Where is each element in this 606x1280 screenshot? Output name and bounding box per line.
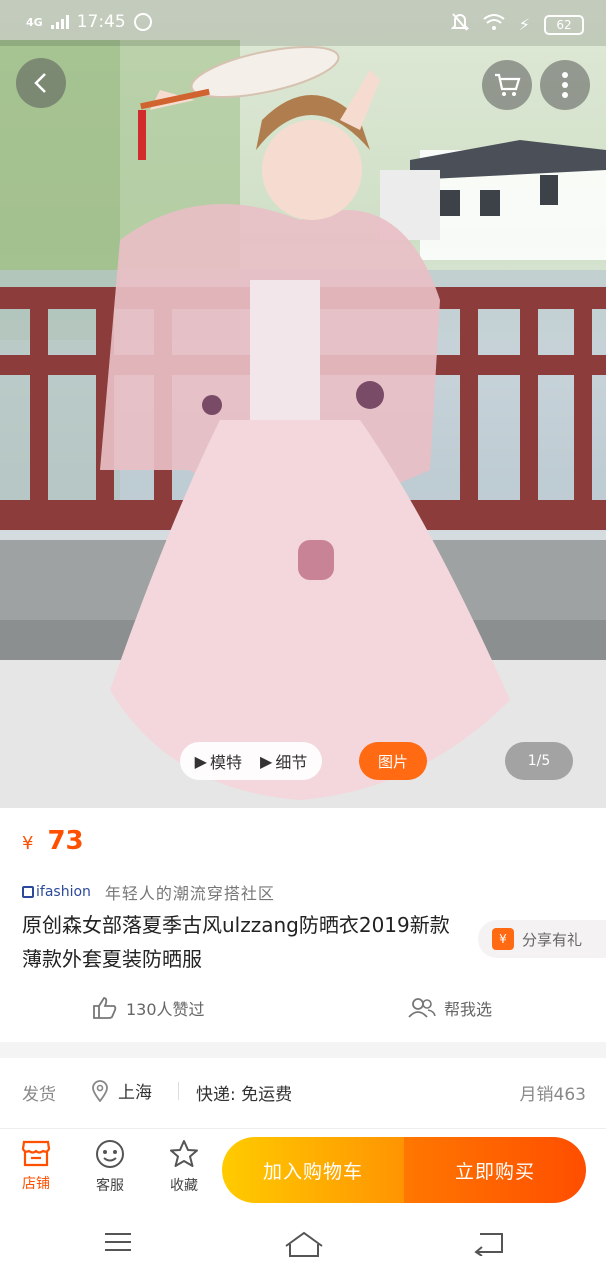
mute-icon (450, 12, 470, 37)
model-tab-label: 模特 (209, 753, 242, 772)
service-label: 客服 (96, 1178, 124, 1194)
price: ¥ 73 (22, 826, 84, 856)
menu-icon[interactable] (104, 1230, 132, 1258)
share-button[interactable]: ¥ 分享有礼 (478, 920, 606, 958)
buy-now-button[interactable]: 立即购买 (404, 1137, 586, 1203)
store-label: 店铺 (22, 1176, 50, 1192)
play-icon: ▶ (194, 751, 207, 771)
help-choose-label: 帮我选 (444, 1000, 493, 1019)
cart-button[interactable] (482, 60, 532, 110)
currency-symbol: ¥ (22, 833, 34, 854)
purchase-buttons: 加入购物车 立即购买 (222, 1137, 586, 1203)
service-icon (96, 1140, 124, 1168)
service-button[interactable]: 客服 (82, 1139, 138, 1195)
more-button[interactable] (540, 60, 590, 110)
location-text: 上海 (118, 1083, 152, 1103)
brand-mark-icon (22, 886, 34, 898)
photo-tab[interactable]: 图片 (359, 742, 427, 780)
store-icon (21, 1140, 51, 1167)
signal-icon (50, 15, 69, 29)
status-time: 17:45 (76, 12, 126, 32)
gallery-mode-switch: ▶ 模特 ▶ 细节 (180, 742, 322, 780)
share-label: 分享有礼 (522, 930, 583, 949)
charging-icon: ⚡ (518, 15, 530, 34)
share-gift-icon: ¥ (492, 928, 514, 950)
brand-name: ifashion (36, 884, 91, 900)
store-button[interactable]: 店铺 (8, 1139, 64, 1193)
brand-row: ifashion 年轻人的潮流穿搭社区 (22, 880, 275, 904)
product-image[interactable] (0, 0, 606, 808)
battery-indicator: 62 (544, 14, 584, 35)
like-count: 130人赞过 (126, 1000, 205, 1019)
monthly-sales: 月销463 (519, 1085, 586, 1105)
brand-logo[interactable]: ifashion (22, 884, 91, 900)
price-value: 73 (47, 826, 84, 856)
detail-tab-label: 细节 (275, 753, 308, 772)
favorite-button[interactable]: 收藏 (156, 1139, 212, 1195)
delivery-row[interactable]: 发货 上海 快递: 免运费 月销463 (0, 1058, 606, 1128)
cart-icon (495, 73, 521, 96)
sync-icon (133, 13, 152, 31)
like-icon (93, 997, 117, 1019)
home-icon[interactable] (284, 1230, 324, 1262)
image-counter: 1/5 (505, 742, 573, 780)
more-icon (562, 72, 568, 98)
location-icon (92, 1079, 108, 1102)
favorite-label: 收藏 (170, 1178, 198, 1194)
delivery-location: 上海 (92, 1078, 152, 1103)
network-type: 4G (26, 15, 43, 29)
play-icon: ▶ (260, 751, 273, 771)
back-icon (34, 73, 46, 93)
system-nav-bar (0, 1214, 606, 1280)
product-detail-page: 4G 17:45 ⚡ 62 ▶ 模特 ▶ 细节 图片 1/5 ¥ 73 ifas… (0, 0, 606, 1280)
product-photo-illustration (0, 0, 606, 808)
model-tab[interactable]: ▶ 模特 (195, 749, 242, 773)
divider (178, 1082, 179, 1100)
wifi-icon (483, 13, 505, 36)
return-icon[interactable] (472, 1230, 504, 1260)
shipping-info: 快递: 免运费 (196, 1085, 293, 1105)
help-choose-button[interactable]: 帮我选 (408, 996, 492, 1020)
bottom-action-bar: 店铺 客服 收藏 加入购物车 立即购买 (0, 1128, 606, 1214)
help-choose-icon (408, 998, 436, 1018)
detail-tab[interactable]: ▶ 细节 (260, 749, 307, 773)
like-button[interactable]: 130人赞过 (92, 996, 205, 1020)
back-button[interactable] (16, 58, 66, 108)
product-info-card: ¥ 73 ifashion 年轻人的潮流穿搭社区 原创森女部落夏季古风ulzza… (0, 808, 606, 1042)
brand-slogan: 年轻人的潮流穿搭社区 (104, 884, 275, 903)
add-to-cart-button[interactable]: 加入购物车 (222, 1137, 404, 1203)
status-bar: 4G 17:45 ⚡ 62 (0, 0, 606, 46)
delivery-label: 发货 (22, 1085, 56, 1105)
product-title: 原创森女部落夏季古风ulzzang防晒衣2019新款薄款外套夏装防晒服 (22, 913, 450, 971)
star-icon (170, 1140, 198, 1167)
